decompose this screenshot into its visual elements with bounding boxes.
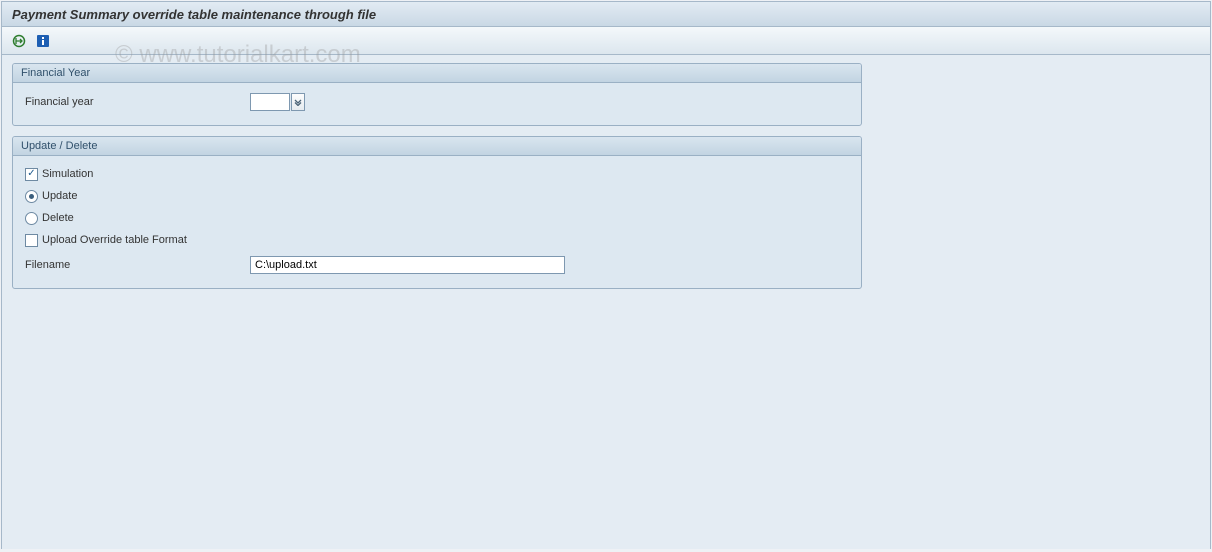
- app-window: Payment Summary override table maintenan…: [1, 1, 1211, 549]
- chevron-down-icon: [294, 98, 302, 106]
- financial-year-f4-button[interactable]: [291, 93, 305, 111]
- delete-label: Delete: [42, 212, 74, 224]
- financial-year-input[interactable]: [250, 93, 290, 111]
- filename-input[interactable]: [250, 256, 565, 274]
- group-update-delete: Update / Delete Simulation Update Delete…: [12, 136, 862, 289]
- delete-radio[interactable]: [25, 212, 38, 225]
- execute-button[interactable]: [10, 32, 28, 50]
- info-icon: [36, 34, 50, 48]
- filename-label: Filename: [25, 259, 250, 271]
- financial-year-label: Financial year: [25, 96, 250, 108]
- group-financial-year-title: Financial Year: [13, 64, 861, 83]
- update-label: Update: [42, 190, 77, 202]
- page-title: Payment Summary override table maintenan…: [2, 2, 1210, 27]
- upload-override-format-label: Upload Override table Format: [42, 234, 187, 246]
- simulation-label: Simulation: [42, 168, 93, 180]
- group-update-delete-title: Update / Delete: [13, 137, 861, 156]
- content-area: Financial Year Financial year Update / D…: [2, 55, 1210, 549]
- execute-icon: [12, 34, 26, 48]
- group-financial-year: Financial Year Financial year: [12, 63, 862, 126]
- upload-override-format-checkbox[interactable]: [25, 234, 38, 247]
- simulation-checkbox[interactable]: [25, 168, 38, 181]
- info-button[interactable]: [34, 32, 52, 50]
- application-toolbar: [2, 27, 1210, 55]
- update-radio[interactable]: [25, 190, 38, 203]
